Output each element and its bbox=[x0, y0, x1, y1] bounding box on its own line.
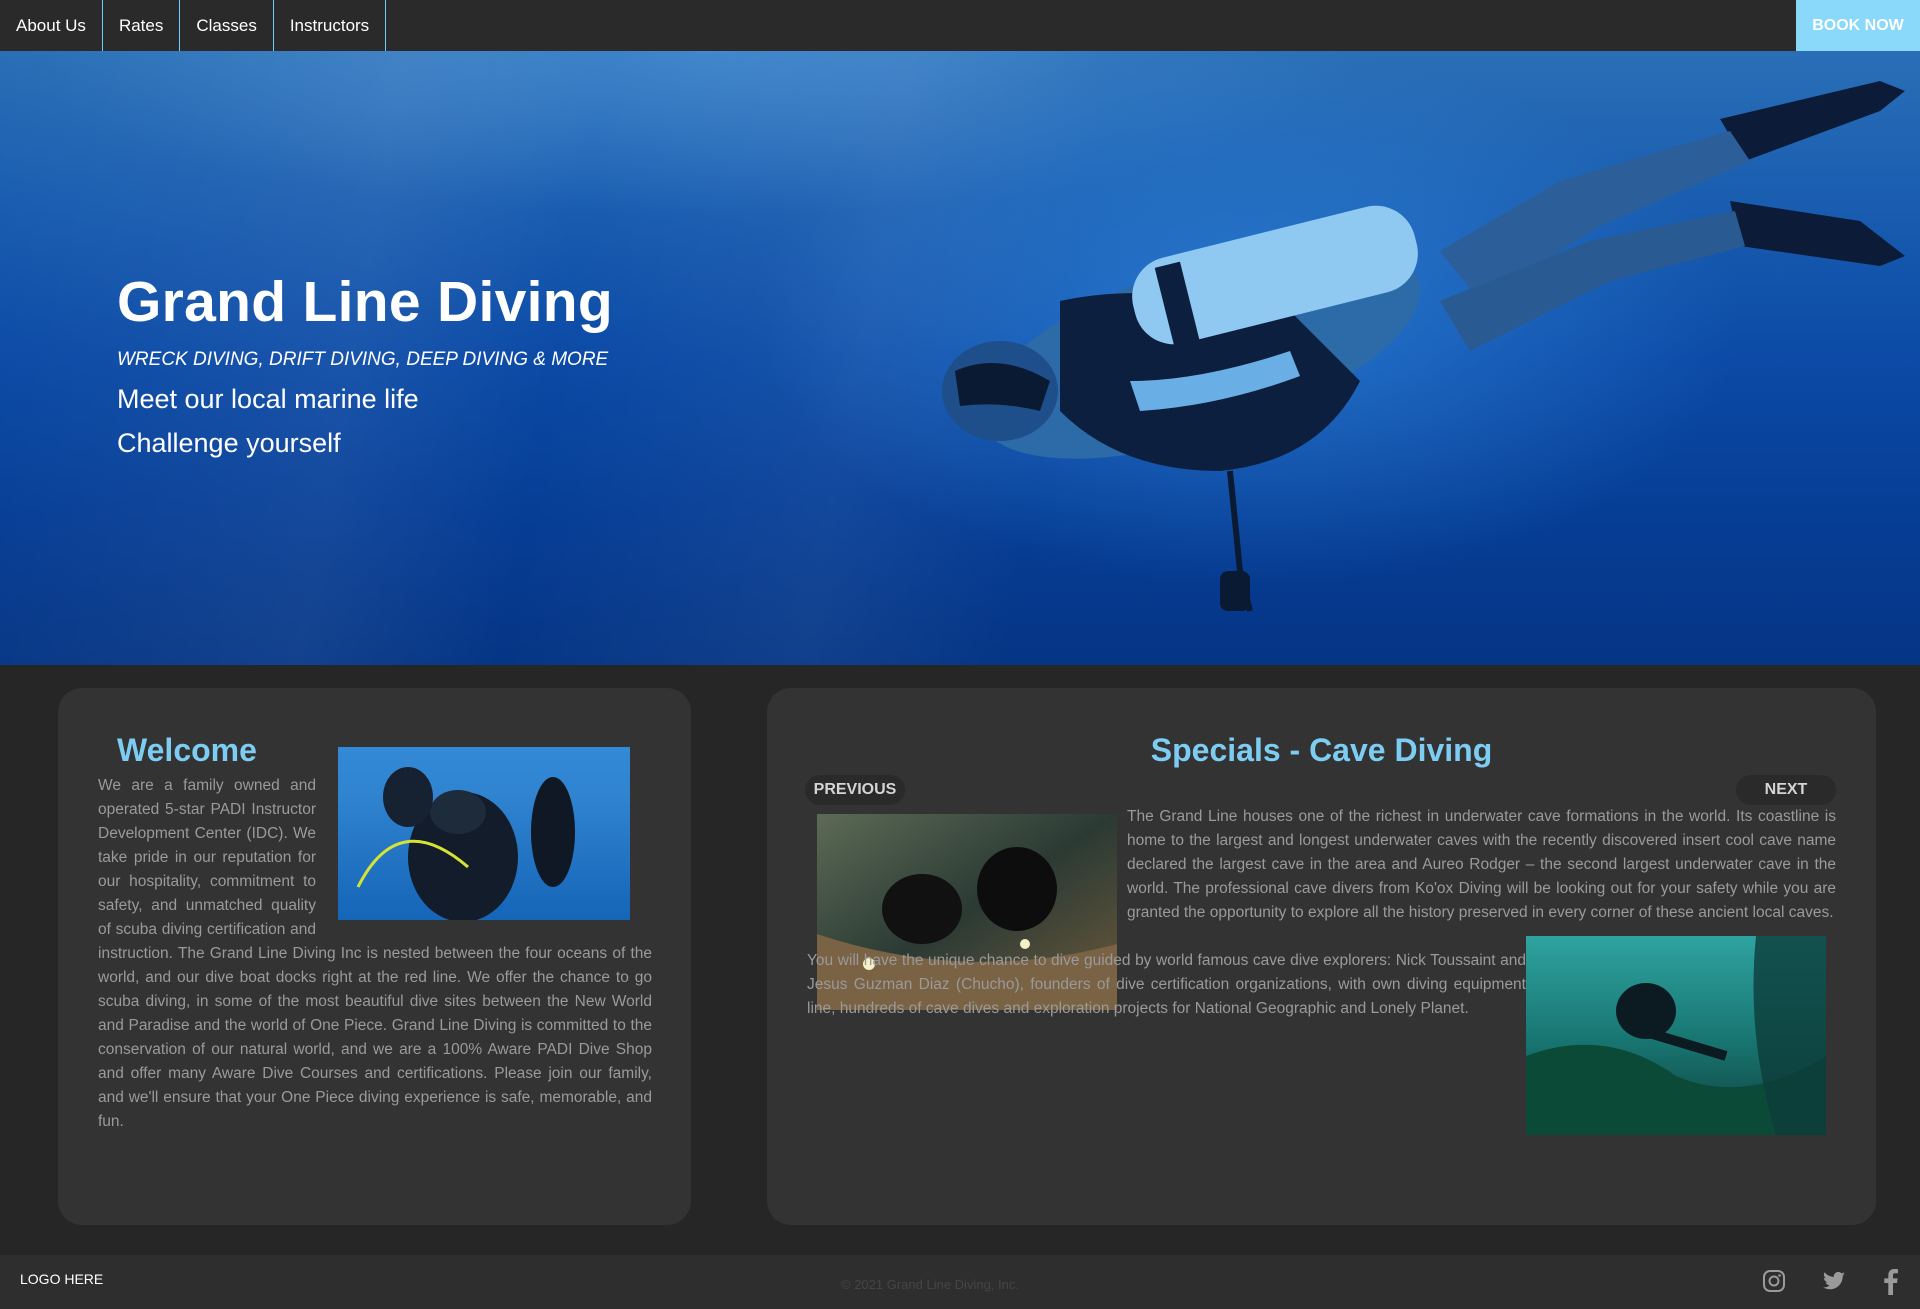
footer: LOGO HERE © 2021 Grand Line Diving, Inc. bbox=[0, 1255, 1920, 1309]
book-now-button[interactable]: BOOK NOW bbox=[1796, 0, 1920, 51]
facebook-icon[interactable] bbox=[1880, 1269, 1900, 1295]
top-nav: About Us Rates Classes Instructors BOOK … bbox=[0, 0, 1920, 51]
specials-panel: Specials - Cave Diving PREVIOUS NEXT The… bbox=[767, 688, 1876, 1225]
nav-classes[interactable]: Classes bbox=[180, 0, 274, 51]
nav-instructors[interactable]: Instructors bbox=[274, 0, 387, 51]
specials-text-1: The Grand Line houses one of the richest… bbox=[1127, 808, 1836, 921]
nav-rates[interactable]: Rates bbox=[103, 0, 181, 51]
specials-heading: Specials - Cave Diving bbox=[1150, 732, 1493, 768]
nav-about-us[interactable]: About Us bbox=[0, 0, 103, 51]
twitter-icon[interactable] bbox=[1821, 1269, 1847, 1293]
instagram-icon[interactable] bbox=[1762, 1269, 1786, 1293]
next-button[interactable]: NEXT bbox=[1736, 775, 1836, 805]
hero-title: Grand Line Diving bbox=[117, 270, 613, 334]
hero-tagline: WRECK DIVING, DRIFT DIVING, DEEP DIVING … bbox=[117, 349, 609, 370]
hero-banner: Grand Line Diving WRECK DIVING, DRIFT DI… bbox=[0, 51, 1920, 665]
footer-copyright: © 2021 Grand Line Diving, Inc. bbox=[841, 1277, 1019, 1292]
hero-line-2: Challenge yourself bbox=[117, 428, 341, 458]
welcome-heading: Welcome bbox=[117, 732, 257, 768]
previous-button[interactable]: PREVIOUS bbox=[805, 775, 905, 805]
hero-line-1: Meet our local marine life bbox=[117, 384, 419, 414]
welcome-panel: Welcome We are a family owned and operat… bbox=[58, 688, 691, 1225]
